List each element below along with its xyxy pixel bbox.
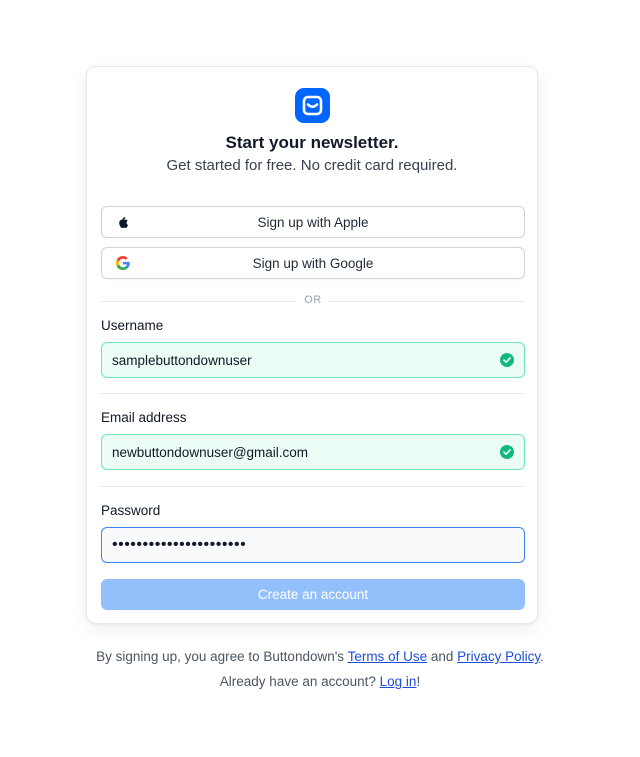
terms-notice: By signing up, you agree to Buttondown's…	[0, 649, 640, 664]
password-value: ••••••••••••••••••••••	[112, 536, 247, 553]
username-input[interactable]: samplebuttondownuser	[101, 342, 525, 378]
create-account-button[interactable]: Create an account	[101, 579, 525, 610]
check-circle-icon	[500, 353, 514, 367]
password-input[interactable]: ••••••••••••••••••••••	[101, 527, 525, 563]
terms-and-text: and	[427, 649, 458, 664]
page-subtitle: Get started for free. No credit card req…	[166, 157, 458, 174]
username-value: samplebuttondownuser	[112, 353, 252, 368]
terms-prefix-text: By signing up, you agree to Buttondown's	[96, 649, 348, 664]
login-prefix-text: Already have an account?	[219, 674, 380, 689]
email-label: Email address	[101, 410, 187, 425]
terms-suffix-text: .	[540, 649, 544, 664]
check-circle-icon	[500, 445, 514, 459]
sign-up-with-google-button[interactable]: Sign up with Google	[101, 247, 525, 279]
field-divider	[101, 393, 525, 394]
sign-up-with-apple-button[interactable]: Sign up with Apple	[101, 206, 525, 238]
log-in-link[interactable]: Log in	[380, 674, 417, 689]
page-title: Start your newsletter.	[225, 133, 399, 152]
login-prompt: Already have an account? Log in!	[0, 674, 640, 689]
password-label: Password	[101, 503, 161, 518]
sign-up-with-google-label: Sign up with Google	[252, 256, 374, 271]
email-value: newbuttondownuser@gmail.com	[112, 445, 309, 460]
or-text: OR	[304, 294, 322, 306]
separator-line-right	[329, 301, 525, 302]
signup-card: Start your newsletter. Get started for f…	[86, 66, 538, 624]
buttondown-logo-icon	[295, 88, 330, 123]
email-input[interactable]: newbuttondownuser@gmail.com	[101, 434, 525, 470]
username-label: Username	[101, 318, 164, 333]
terms-of-use-link[interactable]: Terms of Use	[348, 649, 428, 664]
or-separator: OR	[101, 294, 525, 308]
login-suffix-text: !	[416, 674, 421, 689]
field-divider	[101, 486, 525, 487]
privacy-policy-link[interactable]: Privacy Policy	[457, 649, 540, 664]
sign-up-with-apple-label: Sign up with Apple	[257, 215, 369, 230]
